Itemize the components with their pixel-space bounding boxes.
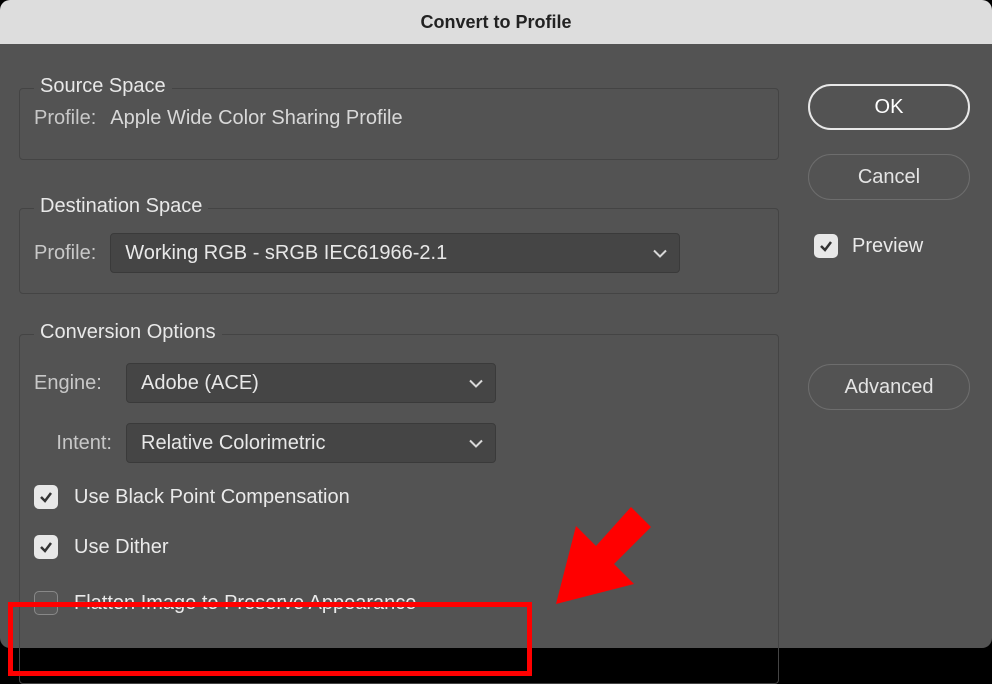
- destination-profile-label: Profile:: [34, 242, 96, 265]
- ok-button-label: OK: [875, 96, 904, 119]
- intent-label: Intent:: [34, 432, 112, 455]
- advanced-button-label: Advanced: [845, 376, 934, 399]
- destination-space-group: Destination Space Profile: Working RGB -…: [19, 208, 779, 294]
- source-space-legend: Source Space: [34, 75, 172, 98]
- dialog-title: Convert to Profile: [420, 12, 571, 33]
- black-point-checkbox-row[interactable]: Use Black Point Compensation: [34, 485, 350, 509]
- dither-checkbox-row[interactable]: Use Dither: [34, 535, 168, 559]
- destination-space-legend: Destination Space: [34, 195, 208, 218]
- chevron-down-icon: [469, 372, 483, 395]
- conversion-options-group: Conversion Options Engine: Adobe (ACE) I…: [19, 334, 779, 684]
- cancel-button[interactable]: Cancel: [808, 154, 970, 200]
- intent-select[interactable]: Relative Colorimetric: [126, 423, 496, 463]
- preview-checkbox-row[interactable]: Preview: [814, 234, 923, 258]
- engine-label: Engine:: [34, 372, 112, 395]
- chevron-down-icon: [653, 242, 667, 265]
- destination-profile-value: Working RGB - sRGB IEC61966-2.1: [125, 242, 447, 265]
- chevron-down-icon: [469, 432, 483, 455]
- source-space-group: Source Space Profile: Apple Wide Color S…: [19, 88, 779, 160]
- engine-select[interactable]: Adobe (ACE): [126, 363, 496, 403]
- intent-value: Relative Colorimetric: [141, 432, 326, 455]
- conversion-options-legend: Conversion Options: [34, 321, 222, 344]
- black-point-checkbox[interactable]: [34, 485, 58, 509]
- black-point-label: Use Black Point Compensation: [74, 486, 350, 509]
- flatten-checkbox-row[interactable]: Flatten Image to Preserve Appearance: [34, 591, 416, 615]
- dither-label: Use Dither: [74, 536, 168, 559]
- advanced-button[interactable]: Advanced: [808, 364, 970, 410]
- preview-label: Preview: [852, 235, 923, 258]
- flatten-label: Flatten Image to Preserve Appearance: [74, 592, 416, 615]
- dither-checkbox[interactable]: [34, 535, 58, 559]
- dialog-body: Source Space Profile: Apple Wide Color S…: [0, 44, 992, 648]
- ok-button[interactable]: OK: [808, 84, 970, 130]
- engine-value: Adobe (ACE): [141, 372, 259, 395]
- cancel-button-label: Cancel: [858, 166, 920, 189]
- source-profile-label: Profile:: [34, 107, 96, 130]
- preview-checkbox[interactable]: [814, 234, 838, 258]
- destination-profile-select[interactable]: Working RGB - sRGB IEC61966-2.1: [110, 233, 680, 273]
- dialog-titlebar: Convert to Profile: [0, 0, 992, 44]
- flatten-checkbox[interactable]: [34, 591, 58, 615]
- source-profile-value: Apple Wide Color Sharing Profile: [110, 107, 402, 130]
